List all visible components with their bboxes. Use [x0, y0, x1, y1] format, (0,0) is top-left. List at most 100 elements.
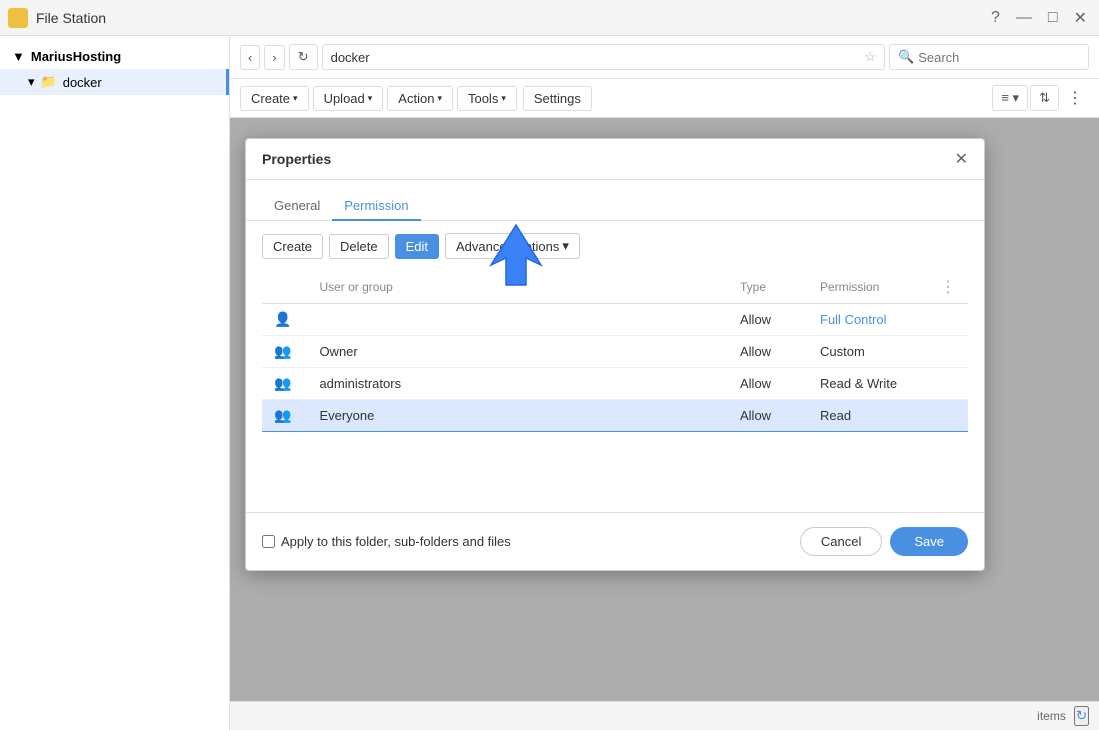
app-icon [8, 8, 28, 28]
host-label: MariusHosting [31, 49, 121, 64]
action-bar: Create ▾ Upload ▾ Action ▾ Tools ▾ Setti… [230, 79, 1099, 118]
sort-button[interactable]: ⇅ [1030, 85, 1059, 111]
row-type-cell: Allow [728, 336, 808, 368]
row-perm-cell: Custom [808, 336, 928, 368]
row-perm-cell: Read [808, 400, 928, 432]
table-row[interactable]: 👥 Owner Allow Custom [262, 336, 968, 368]
app-container: ▼ MariusHosting ▾ 📁 docker ‹ › ↻ docker … [0, 36, 1099, 730]
view-buttons: ≡ ▾ ⇅ ⋮ [992, 85, 1089, 111]
create-caret: ▾ [293, 93, 298, 104]
list-view-button[interactable]: ≡ ▾ [992, 85, 1028, 111]
col-header-icon [262, 271, 307, 304]
group-icon: 👥 [274, 407, 291, 423]
search-input[interactable] [918, 50, 1080, 65]
folder-icon: 📁 [41, 74, 57, 90]
status-refresh-button[interactable]: ↻ [1074, 706, 1089, 726]
col-header-type: Type [728, 271, 808, 304]
save-button[interactable]: Save [890, 527, 968, 556]
items-count: items [1037, 709, 1066, 723]
search-bar[interactable]: 🔍 [889, 44, 1089, 70]
sidebar-item-docker[interactable]: ▾ 📁 docker [0, 69, 229, 95]
row-type-cell: Allow [728, 304, 808, 336]
table-row[interactable]: 👥 administrators Allow Read & Write [262, 368, 968, 400]
create-label: Create [251, 91, 290, 106]
row-user-cell: Everyone [307, 400, 728, 432]
tools-button[interactable]: Tools ▾ [457, 86, 517, 111]
tools-label: Tools [468, 91, 498, 106]
docker-arrow: ▾ [28, 74, 35, 90]
help-button[interactable]: ? [987, 6, 1004, 30]
group-icon: 👥 [274, 343, 291, 359]
tab-general[interactable]: General [262, 192, 332, 221]
delete-perm-button[interactable]: Delete [329, 234, 389, 259]
title-bar: File Station ? — □ ✕ [0, 0, 1099, 36]
row-more-cell [928, 368, 968, 400]
table-header-row: User or group Type Permission ⋮ [262, 271, 968, 304]
path-bar[interactable]: docker ☆ [322, 44, 885, 70]
apply-checkbox[interactable] [262, 535, 275, 548]
bookmark-icon[interactable]: ☆ [864, 49, 876, 65]
tab-permission[interactable]: Permission [332, 192, 420, 221]
row-type-cell: Allow [728, 400, 808, 432]
permission-table-container: User or group Type Permission ⋮ [246, 271, 984, 432]
group-icon: 👥 [274, 375, 291, 391]
row-icon-cell: 👥 [262, 368, 307, 400]
row-user-cell: Owner [307, 336, 728, 368]
properties-dialog: Properties ✕ General Permission Create [245, 138, 985, 571]
docker-label: docker [63, 75, 102, 90]
col-header-more: ⋮ [928, 271, 968, 304]
action-label: Action [398, 91, 434, 106]
window-controls: ? — □ ✕ [987, 6, 1091, 30]
sidebar-host[interactable]: ▼ MariusHosting [0, 44, 229, 69]
row-type-cell: Allow [728, 368, 808, 400]
path-text: docker [331, 50, 370, 65]
row-user-cell [307, 304, 728, 336]
row-icon-cell: 👥 [262, 400, 307, 432]
content-area: ‹ › ↻ docker ☆ 🔍 Create ▾ Upload ▾ [230, 36, 1099, 730]
file-area: Properties ✕ General Permission Create [230, 118, 1099, 701]
permission-table: User or group Type Permission ⋮ [262, 271, 968, 432]
row-more-cell [928, 400, 968, 432]
maximize-button[interactable]: □ [1044, 6, 1062, 30]
upload-label: Upload [324, 91, 365, 106]
table-row[interactable]: 👤 Allow Full Control [262, 304, 968, 336]
row-icon-cell: 👤 [262, 304, 307, 336]
settings-button[interactable]: Settings [523, 86, 592, 111]
dialog-footer: Apply to this folder, sub-folders and fi… [246, 512, 984, 570]
table-more-button[interactable]: ⋮ [940, 277, 956, 297]
upload-button[interactable]: Upload ▾ [313, 86, 384, 111]
col-header-permission: Permission [808, 271, 928, 304]
row-perm-cell: Full Control [808, 304, 928, 336]
edit-perm-button[interactable]: Edit [395, 234, 439, 259]
sidebar: ▼ MariusHosting ▾ 📁 docker [0, 36, 230, 730]
search-icon: 🔍 [898, 49, 914, 65]
table-row-selected[interactable]: 👥 Everyone Allow Read [262, 400, 968, 432]
back-button[interactable]: ‹ [240, 45, 260, 70]
create-button[interactable]: Create ▾ [240, 86, 309, 111]
host-arrow: ▼ [12, 49, 25, 64]
forward-button[interactable]: › [264, 45, 284, 70]
upload-caret: ▾ [368, 93, 373, 104]
minimize-button[interactable]: — [1012, 6, 1036, 30]
arrow-annotation [486, 220, 556, 293]
toolbar: ‹ › ↻ docker ☆ 🔍 [230, 36, 1099, 79]
create-perm-button[interactable]: Create [262, 234, 323, 259]
close-window-button[interactable]: ✕ [1070, 6, 1091, 30]
more-options-button[interactable]: ⋮ [1061, 85, 1089, 111]
row-perm-cell: Read & Write [808, 368, 928, 400]
user-icon: 👤 [274, 311, 291, 327]
refresh-button[interactable]: ↻ [289, 44, 318, 70]
dialog-tabs: General Permission [246, 180, 984, 221]
cancel-button[interactable]: Cancel [800, 527, 882, 556]
dialog-close-button[interactable]: ✕ [955, 149, 968, 169]
action-button[interactable]: Action ▾ [387, 86, 453, 111]
tools-caret: ▾ [501, 93, 506, 104]
row-user-cell: administrators [307, 368, 728, 400]
dialog-title: Properties [262, 151, 331, 167]
apply-checkbox-label[interactable]: Apply to this folder, sub-folders and fi… [262, 534, 511, 549]
row-more-cell [928, 336, 968, 368]
adv-caret: ▾ [562, 238, 569, 254]
permission-toolbar: Create Delete Edit [246, 221, 984, 271]
status-bar: items ↻ [230, 701, 1099, 730]
footer-buttons: Cancel Save [800, 527, 968, 556]
